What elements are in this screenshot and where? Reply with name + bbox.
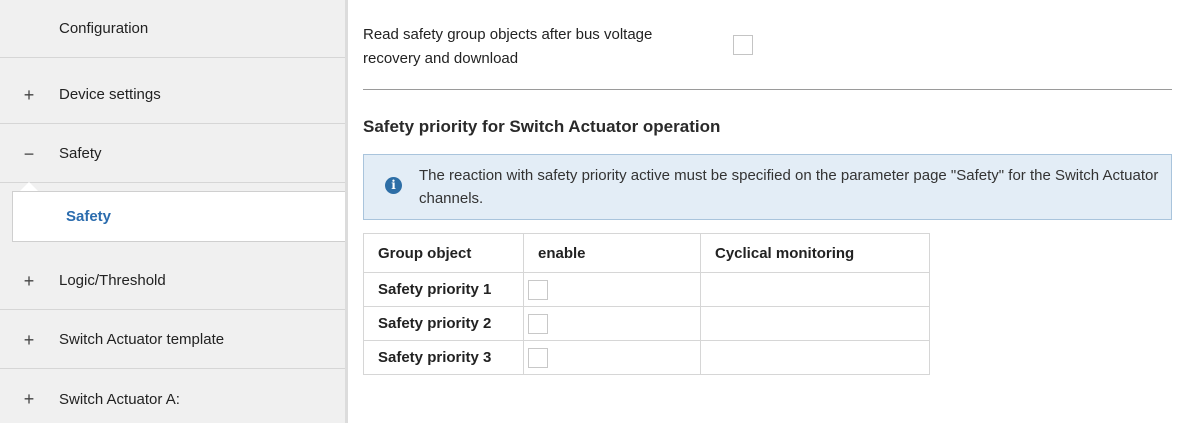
table-row: Safety priority 2 <box>363 306 930 341</box>
plus-icon[interactable]: + <box>22 86 36 104</box>
read-safety-param-label: Read safety group objects after bus volt… <box>363 23 652 71</box>
table-header-row: Group object enable Cyclical monitoring <box>363 233 930 273</box>
cyclical-monitoring-cell[interactable] <box>700 340 930 375</box>
info-icon: i <box>385 177 402 194</box>
cyclical-monitoring-cell[interactable] <box>700 272 930 307</box>
plus-icon[interactable]: + <box>22 390 36 408</box>
table-row: Safety priority 3 <box>363 340 930 375</box>
sidebar-item-label: Configuration <box>59 20 149 37</box>
sidebar-item-label: Switch Actuator template <box>59 331 225 348</box>
enable-checkbox[interactable] <box>528 347 548 368</box>
sidebar-item-label: Safety <box>66 208 112 225</box>
table-row: Safety priority 1 <box>363 272 930 307</box>
read-safety-checkbox[interactable] <box>733 35 753 55</box>
sidebar-item-device-settings[interactable]: + Device settings <box>0 66 345 124</box>
row-label: Safety priority 3 <box>363 340 524 375</box>
sidebar-item-logic-threshold[interactable]: + Logic/Threshold <box>0 252 345 310</box>
plus-icon[interactable]: + <box>22 331 36 349</box>
column-header-enable: enable <box>523 233 701 273</box>
sidebar-item-label: Logic/Threshold <box>59 272 166 289</box>
sidebar: Configuration + Device settings − Safety… <box>0 0 345 423</box>
sidebar-item-label: Switch Actuator A: <box>59 390 180 408</box>
sidebar-item-switch-actuator-template[interactable]: + Switch Actuator template <box>0 311 345 369</box>
cyclical-monitoring-cell[interactable] <box>700 306 930 341</box>
enable-cell <box>523 306 701 341</box>
enable-cell <box>523 272 701 307</box>
plus-icon[interactable]: + <box>22 272 36 290</box>
sidebar-item-safety[interactable]: Safety <box>12 191 345 242</box>
sidebar-item-safety-group[interactable]: − Safety <box>0 125 345 183</box>
section-divider <box>363 89 1172 90</box>
sidebar-item-configuration[interactable]: Configuration <box>0 0 345 58</box>
enable-cell <box>523 340 701 375</box>
section-title: Safety priority for Switch Actuator oper… <box>363 117 721 136</box>
selection-notch <box>20 182 38 191</box>
row-label: Safety priority 2 <box>363 306 524 341</box>
column-header-group-object: Group object <box>363 233 524 273</box>
enable-checkbox[interactable] <box>528 279 548 300</box>
sidebar-item-label: Safety <box>59 145 102 162</box>
param-label-line: recovery and download <box>363 50 519 67</box>
column-header-cyclical-monitoring: Cyclical monitoring <box>700 233 930 273</box>
sidebar-item-switch-actuator-a[interactable]: + Switch Actuator A: <box>0 370 345 428</box>
safety-priority-table: Group object enable Cyclical monitoring … <box>363 233 930 375</box>
main-panel: Read safety group objects after bus volt… <box>348 0 1198 423</box>
enable-checkbox[interactable] <box>528 313 548 334</box>
info-text: The reaction with safety priority active… <box>419 167 1159 207</box>
sidebar-item-label: Device settings <box>59 86 161 103</box>
param-label-line: Read safety group objects after bus volt… <box>363 26 653 43</box>
row-label: Safety priority 1 <box>363 272 524 307</box>
minus-icon[interactable]: − <box>22 145 36 163</box>
info-box: i The reaction with safety priority acti… <box>363 154 1172 220</box>
